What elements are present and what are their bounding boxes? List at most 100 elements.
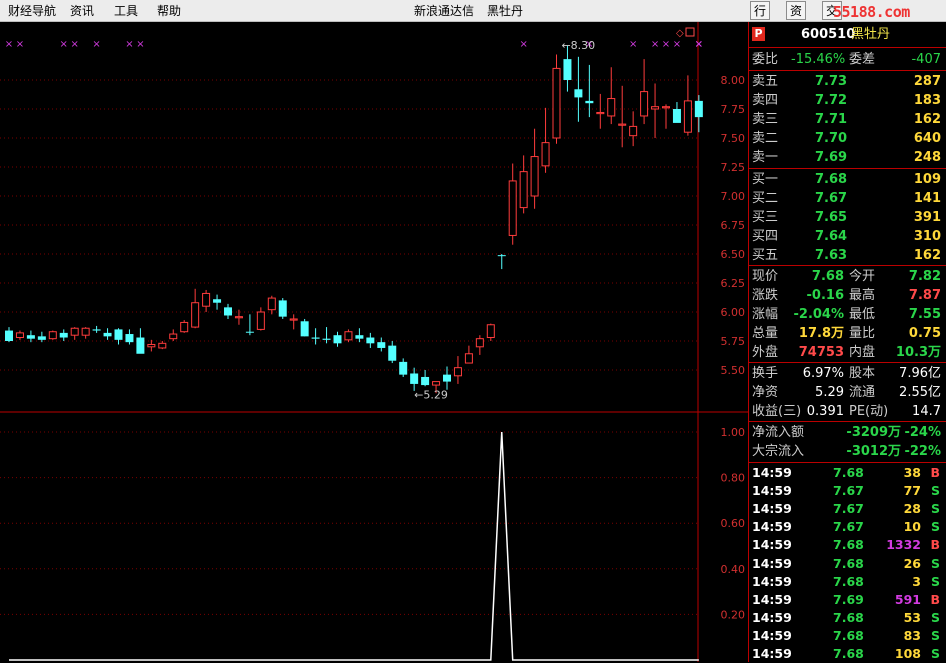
candle-body-down bbox=[26, 335, 35, 339]
fund-label: 股本 bbox=[849, 366, 876, 381]
sell-volume: 183 bbox=[913, 93, 941, 108]
tick-price: 7.68 bbox=[833, 627, 864, 643]
sell-row: 卖四 7.72 183 bbox=[749, 91, 945, 110]
watermark: 55188.com bbox=[833, 3, 910, 21]
signal-marker: × bbox=[519, 39, 527, 50]
candle-body-down bbox=[224, 307, 232, 316]
price-tick-label: 6.25 bbox=[721, 277, 746, 290]
indicator-tick-label: 0.80 bbox=[721, 472, 746, 485]
candle-body-up bbox=[15, 332, 24, 339]
tick-time: 14:59 bbox=[752, 609, 792, 625]
price-tick-label: 7.25 bbox=[721, 161, 746, 174]
candle-body-up bbox=[464, 353, 473, 364]
tick-volume: 28 bbox=[903, 501, 921, 517]
sell-volume: 287 bbox=[913, 74, 941, 89]
candle-body-up bbox=[169, 333, 178, 340]
menu-help[interactable]: 帮助 bbox=[157, 3, 181, 19]
quote-value: -2.04% bbox=[793, 307, 845, 322]
fund-row: 收益(三) 0.391 PE(动) 14.7 bbox=[749, 402, 945, 421]
quote-value: 10.3万 bbox=[895, 345, 941, 360]
sell-row: 卖二 7.70 640 bbox=[749, 129, 945, 148]
candle-body-down bbox=[245, 331, 254, 333]
tick-price: 7.68 bbox=[833, 646, 864, 661]
tick-volume: 83 bbox=[903, 627, 921, 643]
quote-label: 最低 bbox=[849, 307, 876, 322]
candle-body-down bbox=[136, 337, 145, 354]
signal-marker: × bbox=[629, 39, 637, 50]
quote-value: 7.87 bbox=[908, 288, 941, 303]
menu-tools[interactable]: 工具 bbox=[114, 3, 138, 19]
tick-time: 14:59 bbox=[752, 501, 792, 517]
buy-price: 7.64 bbox=[815, 229, 848, 244]
quote-value: 7.82 bbox=[908, 269, 941, 284]
price-tick-label: 6.00 bbox=[721, 306, 746, 319]
square-icon bbox=[685, 27, 695, 37]
candle-body-down bbox=[333, 335, 342, 344]
tab-news[interactable]: 资讯 bbox=[786, 1, 807, 36]
tick-side: S bbox=[930, 573, 940, 589]
quote-row: 涨幅 -2.04% 最低 7.55 bbox=[749, 305, 945, 324]
sell-price: 7.70 bbox=[815, 131, 848, 146]
candle-body-up bbox=[48, 331, 57, 340]
menu-news[interactable]: 资讯 bbox=[70, 3, 94, 19]
flow-value: -3012万 bbox=[846, 444, 901, 459]
tick-price: 7.68 bbox=[833, 537, 864, 553]
candle-body-down bbox=[585, 100, 594, 104]
kline-chart[interactable]: 8.00 7.75 7.50 7.25 7.00 6.75 6.50 6.25 6.00 5.75… bbox=[0, 22, 748, 662]
buy-row: 买二 7.67 141 bbox=[749, 189, 945, 208]
candle-body-down bbox=[574, 89, 583, 98]
tick-side: S bbox=[930, 519, 940, 535]
tick-volume: 77 bbox=[903, 483, 921, 499]
quote-label: 外盘 bbox=[752, 345, 779, 360]
candle-body-down bbox=[377, 342, 386, 348]
stock-name: 黑牡丹 bbox=[851, 27, 891, 42]
tab-quote[interactable]: 行情 bbox=[750, 1, 771, 36]
p-badge-icon: P bbox=[752, 27, 765, 41]
candle-body-up bbox=[596, 111, 605, 115]
menu-finance-nav[interactable]: 财经导航 bbox=[8, 3, 56, 19]
candle-body-up bbox=[256, 311, 265, 330]
fund-row: 净资 5.29 流通 2.55亿 bbox=[749, 383, 945, 402]
signal-marker: × bbox=[5, 39, 13, 50]
fund-row: 换手 6.97% 股本 7.96亿 bbox=[749, 364, 945, 383]
tick-volume: 108 bbox=[894, 646, 921, 661]
sell-price: 7.69 bbox=[815, 150, 848, 165]
candle-body-up bbox=[541, 142, 550, 167]
tick-time: 14:59 bbox=[752, 646, 792, 661]
candle-body-down bbox=[5, 330, 13, 341]
tick-price: 7.68 bbox=[833, 609, 864, 625]
quote-label: 今开 bbox=[849, 269, 876, 284]
signal-marker: × bbox=[71, 39, 79, 50]
flow-row: 净流入额 -3209万 -24% bbox=[749, 423, 945, 442]
buy-price: 7.63 bbox=[815, 248, 848, 263]
tick-time: 14:59 bbox=[752, 483, 792, 499]
indicator-tick-label: 0.20 bbox=[721, 608, 746, 621]
tick-row: 14:59 7.67 10 S bbox=[749, 518, 945, 536]
sell-price: 7.73 bbox=[815, 74, 848, 89]
tick-row: 14:59 7.68 1332 B bbox=[749, 536, 945, 554]
sell-price: 7.71 bbox=[815, 112, 848, 127]
candle-body-up bbox=[453, 367, 462, 377]
candle-body-up bbox=[147, 343, 156, 348]
window-title: 新浪通达信 bbox=[414, 4, 475, 18]
buy-row: 买三 7.65 391 bbox=[749, 208, 945, 227]
sell-price: 7.72 bbox=[815, 93, 848, 108]
candle-body-up bbox=[158, 342, 167, 349]
candle-body-down bbox=[421, 376, 430, 386]
candle-body-down bbox=[410, 373, 419, 384]
candle-body-up bbox=[618, 123, 627, 126]
quote-value: 0.75 bbox=[908, 326, 941, 341]
candle-body-up bbox=[432, 381, 441, 386]
quote-value: 7.68 bbox=[811, 269, 844, 284]
candle-body-down bbox=[278, 300, 287, 317]
flow-row: 大宗流入 -3012万 -22% bbox=[749, 442, 945, 461]
signal-marker: × bbox=[662, 39, 670, 50]
indicator-tick-label: 0.60 bbox=[721, 517, 746, 530]
candle-body-up bbox=[662, 106, 670, 109]
sell-label: 卖四 bbox=[752, 93, 779, 108]
candle-body-up bbox=[191, 302, 200, 328]
candle-body-down bbox=[497, 255, 506, 257]
price-tick-label: 8.00 bbox=[721, 74, 746, 87]
candle-body-up bbox=[651, 106, 660, 110]
diamond-icon: ◇ bbox=[676, 28, 684, 39]
